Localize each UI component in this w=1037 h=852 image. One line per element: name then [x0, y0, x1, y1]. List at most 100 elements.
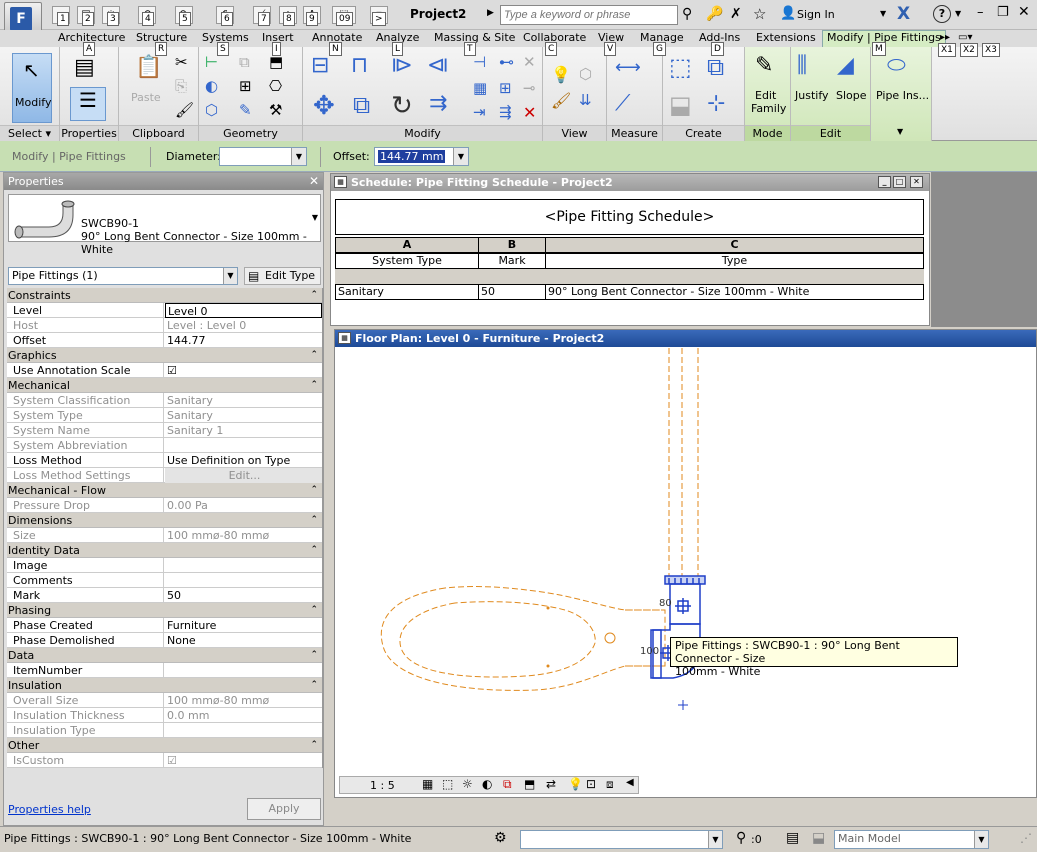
- instance-filter-select[interactable]: Pipe Fittings (1) ▼: [8, 267, 238, 285]
- mirror-draw-icon[interactable]: ⧏: [427, 53, 457, 79]
- property-value[interactable]: None: [165, 633, 322, 648]
- wall-join-icon[interactable]: ⊞: [239, 77, 259, 97]
- scale-icon[interactable]: ⊞: [499, 79, 519, 99]
- favorites-star-icon[interactable]: ☆: [753, 5, 766, 23]
- type-selector[interactable]: SWCB90-1 90° Long Bent Connector - Size …: [8, 194, 321, 256]
- scroll-left-icon[interactable]: ◀: [626, 777, 634, 788]
- justify-icon[interactable]: ⫼: [797, 53, 827, 83]
- remove-paint-icon[interactable]: ✎: [239, 101, 259, 121]
- apply-button[interactable]: Apply: [247, 798, 321, 820]
- worksets-icon[interactable]: ⚙: [494, 830, 507, 846]
- table-cell[interactable]: Sanitary: [335, 284, 479, 300]
- property-group-header[interactable]: Mechanical ⌃: [7, 378, 322, 393]
- exchange-apps-icon[interactable]: X: [897, 4, 910, 24]
- user-icon[interactable]: 👤: [780, 6, 796, 21]
- select-panel-label[interactable]: Select ▾: [0, 125, 59, 141]
- chevron-down-icon[interactable]: ▼: [708, 831, 722, 848]
- property-group-header[interactable]: Constraints ⌃: [7, 288, 322, 303]
- collapse-icon[interactable]: ⌃: [310, 513, 318, 528]
- aligned-dimension-icon[interactable]: ⟋: [615, 91, 653, 121]
- offset-combo[interactable]: 144.77 mm ▼: [374, 147, 469, 166]
- match-properties-icon[interactable]: 🖌: [175, 101, 195, 121]
- analytical-model-icon[interactable]: ⧈: [606, 777, 614, 792]
- crop-view-icon[interactable]: ⧉: [503, 777, 512, 792]
- collapse-icon[interactable]: ⌃: [310, 348, 318, 363]
- copy-icon[interactable]: ⎘: [175, 77, 195, 97]
- minimize-icon[interactable]: _: [878, 176, 891, 188]
- pin-icon[interactable]: ✕: [523, 53, 543, 73]
- minimize-window-icon[interactable]: –: [977, 5, 984, 20]
- property-group-header[interactable]: Identity Data ⌃: [7, 543, 322, 558]
- design-options-icon[interactable]: ▤: [786, 830, 799, 846]
- temporary-hide-icon[interactable]: 💡: [568, 777, 583, 791]
- binoculars-icon[interactable]: ⚲: [682, 6, 692, 22]
- create-assembly-icon[interactable]: ⬓: [669, 91, 699, 121]
- collapse-icon[interactable]: ⌃: [310, 648, 318, 663]
- close-icon[interactable]: ✕: [309, 174, 319, 188]
- diameter-combo[interactable]: ▼: [219, 147, 307, 166]
- help-dropdown-icon[interactable]: ▼: [955, 9, 961, 18]
- split-face-icon[interactable]: ◐: [205, 77, 225, 97]
- linework-icon[interactable]: 🖌: [551, 91, 571, 111]
- paint-icon[interactable]: ⎔: [269, 77, 289, 97]
- unlocked-3d-icon[interactable]: ⇄: [546, 777, 556, 791]
- collapse-icon[interactable]: ⌃: [310, 288, 318, 303]
- schedule-title[interactable]: <Pipe Fitting Schedule>: [335, 199, 924, 235]
- property-group-header[interactable]: Data ⌃: [7, 648, 322, 663]
- view-filter-icon[interactable]: ⇊: [579, 91, 599, 111]
- chevron-down-icon[interactable]: ▼: [974, 831, 988, 848]
- collapse-icon[interactable]: ⌃: [310, 603, 318, 618]
- column-letter[interactable]: A: [335, 237, 479, 253]
- property-group-header[interactable]: Mechanical - Flow ⌃: [7, 483, 322, 498]
- property-group-header[interactable]: Other ⌃: [7, 738, 322, 753]
- close-window-icon[interactable]: ✕: [1018, 4, 1030, 20]
- column-header[interactable]: Type: [545, 253, 924, 269]
- help-search-input[interactable]: [500, 5, 678, 25]
- drawing-canvas[interactable]: 80 100: [335, 348, 1036, 776]
- column-letter[interactable]: C: [545, 237, 924, 253]
- property-group-header[interactable]: Dimensions ⌃: [7, 513, 322, 528]
- chevron-down-icon[interactable]: ▼: [453, 148, 468, 165]
- delete-icon[interactable]: ✕: [523, 103, 543, 123]
- trim-multiple-icon[interactable]: ⇥: [473, 103, 493, 123]
- unpin-icon[interactable]: ⊸: [523, 79, 543, 99]
- create-group-icon[interactable]: ⧉: [707, 53, 737, 83]
- collapse-icon[interactable]: ⌃: [310, 378, 318, 393]
- mirror-axis-icon[interactable]: ⧐: [391, 53, 421, 79]
- visual-style-icon[interactable]: ⬚: [442, 777, 453, 791]
- create-similar-icon[interactable]: ⊹: [707, 91, 737, 121]
- property-value[interactable]: 144.77: [165, 333, 322, 348]
- property-value[interactable]: Furniture: [165, 618, 322, 633]
- table-cell[interactable]: 90° Long Bent Connector - Size 100mm - W…: [545, 284, 924, 300]
- property-group-header[interactable]: Graphics ⌃: [7, 348, 322, 363]
- close-icon[interactable]: ✕: [910, 176, 923, 188]
- type-properties-icon[interactable]: ▤: [74, 55, 95, 80]
- design-option-select[interactable]: Main Model ▼: [834, 830, 989, 849]
- column-letter[interactable]: B: [478, 237, 546, 253]
- property-value[interactable]: Level 0: [165, 303, 322, 318]
- communication-icon[interactable]: ✗: [730, 6, 742, 22]
- rotate-icon[interactable]: ↻: [391, 91, 421, 121]
- collapse-icon[interactable]: ⌃: [310, 738, 318, 753]
- property-group-header[interactable]: Phasing ⌃: [7, 603, 322, 618]
- sun-path-icon[interactable]: ☼: [462, 777, 473, 791]
- chevron-down-icon[interactable]: ▼: [312, 213, 318, 222]
- sign-in-link[interactable]: Sign In: [797, 8, 835, 21]
- trim-extend-icon[interactable]: ⇉: [429, 91, 459, 121]
- column-header[interactable]: System Type: [335, 253, 479, 269]
- override-graphics-icon[interactable]: ⬡: [579, 65, 599, 85]
- show-crop-icon[interactable]: ⬒: [524, 777, 535, 791]
- properties-toggle-icon[interactable]: ☰: [70, 87, 106, 121]
- reveal-hidden-icon[interactable]: ⊡: [586, 777, 596, 791]
- slope-icon[interactable]: ◢: [837, 53, 867, 83]
- help-icon[interactable]: ?: [933, 5, 951, 23]
- properties-help-link[interactable]: Properties help: [8, 803, 91, 816]
- cope-icon[interactable]: ⊢: [205, 53, 225, 73]
- copy-element-icon[interactable]: ⧉: [353, 91, 383, 121]
- workset-select[interactable]: ▼: [520, 830, 723, 849]
- collapse-icon[interactable]: ⌃: [310, 543, 318, 558]
- pipe-insulation-icon[interactable]: ⬭: [887, 53, 917, 83]
- subscription-icon[interactable]: 🔑: [706, 6, 723, 22]
- insulation-dropdown-icon[interactable]: ▼: [897, 127, 903, 136]
- search-expand-icon[interactable]: ▶: [487, 8, 494, 18]
